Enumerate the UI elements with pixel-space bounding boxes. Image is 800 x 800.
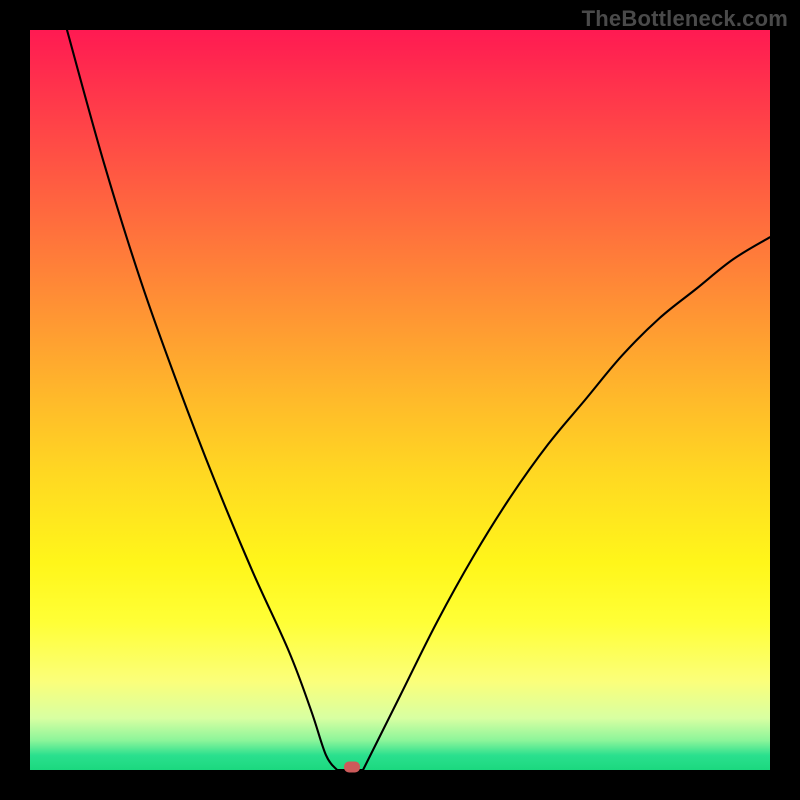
chart-frame: TheBottleneck.com: [0, 0, 800, 800]
curve-left-branch: [67, 30, 337, 770]
curve-right-branch: [363, 237, 770, 770]
bottleneck-curve: [30, 30, 770, 770]
optimal-point-marker: [344, 762, 360, 773]
watermark-text: TheBottleneck.com: [582, 6, 788, 32]
plot-area: [30, 30, 770, 770]
